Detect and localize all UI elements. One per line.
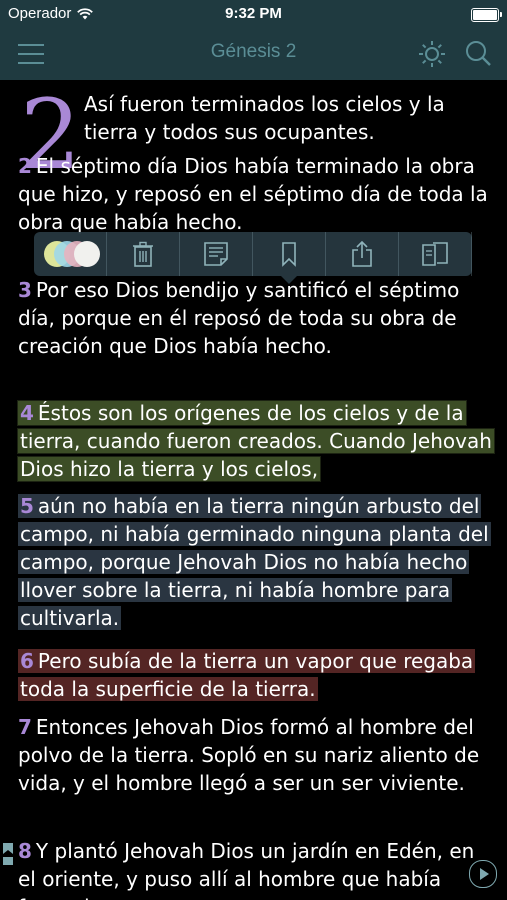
battery-icon bbox=[471, 8, 502, 22]
copy-button[interactable] bbox=[399, 232, 472, 276]
brightness-icon[interactable] bbox=[416, 38, 448, 70]
verse-5[interactable]: 5 aún no había en la tierra ningún arbust… bbox=[18, 492, 493, 632]
bookmark-button[interactable] bbox=[253, 232, 326, 276]
note-icon bbox=[204, 242, 228, 266]
verse-text: Entonces Jehovah Dios formó al hombre de… bbox=[18, 715, 480, 795]
verse-text: Éstos son los orígenes de los cielos y d… bbox=[20, 401, 492, 481]
verse-7[interactable]: 7 Entonces Jehovah Dios formó al hombre d… bbox=[18, 713, 493, 797]
verse-text: Pero subía de la tierra un vapor que reg… bbox=[20, 649, 474, 701]
share-icon bbox=[352, 240, 372, 267]
verse-3[interactable]: 3 Por eso Dios bendijo y santificó el sép… bbox=[18, 276, 493, 360]
color-swatches-icon bbox=[44, 241, 100, 267]
note-button[interactable] bbox=[180, 232, 253, 276]
bookmark-icon bbox=[282, 242, 296, 267]
navigation-bar: Génesis 2 bbox=[0, 28, 507, 80]
verse-action-toolbar bbox=[34, 232, 472, 284]
verse-number: 2 bbox=[18, 154, 32, 178]
verse-number: 8 bbox=[18, 839, 32, 863]
status-bar: Operador 9:32 PM bbox=[0, 0, 507, 28]
share-button[interactable] bbox=[326, 232, 399, 276]
clock: 9:32 PM bbox=[225, 5, 282, 22]
verse-text: El séptimo día Dios había terminado la o… bbox=[18, 154, 488, 234]
verse-text: Así fueron terminados los cielos y la ti… bbox=[84, 92, 445, 144]
verse-number: 7 bbox=[18, 715, 32, 739]
verse-1[interactable]: Así fueron terminados los cielos y la ti… bbox=[84, 90, 494, 146]
verse-number: 4 bbox=[20, 401, 34, 425]
verse-text: aún no había en la tierra ningún arbusto… bbox=[20, 494, 489, 630]
verse-number: 3 bbox=[18, 278, 32, 302]
verse-8[interactable]: 8Y plantó Jehovah Dios un jardín en Edén… bbox=[18, 837, 493, 900]
verse-number: 5 bbox=[20, 494, 34, 518]
toolbar-pointer bbox=[281, 276, 297, 284]
chapter-content[interactable]: 2 Así fueron terminados los cielos y la … bbox=[0, 80, 507, 900]
verse-text: Por eso Dios bendijo y santificó el sépt… bbox=[18, 278, 460, 358]
trash-icon bbox=[133, 241, 153, 267]
delete-button[interactable] bbox=[107, 232, 180, 276]
verse-4[interactable]: 4 Éstos son los orígenes de los cielos y … bbox=[18, 399, 494, 483]
search-icon[interactable] bbox=[462, 38, 494, 70]
verse-number: 6 bbox=[20, 649, 34, 673]
highlight-color-button[interactable] bbox=[34, 232, 107, 276]
verse-text: Y plantó Jehovah Dios un jardín en Edén,… bbox=[18, 839, 475, 900]
bookmark-marker-icon[interactable] bbox=[2, 842, 14, 866]
verse-6[interactable]: 6 Pero subía de la tierra un vapor que re… bbox=[18, 647, 493, 703]
play-audio-icon[interactable] bbox=[469, 860, 497, 888]
verse-2[interactable]: 2 El séptimo día Dios había terminado la … bbox=[18, 152, 493, 236]
copy-icon bbox=[422, 242, 448, 266]
